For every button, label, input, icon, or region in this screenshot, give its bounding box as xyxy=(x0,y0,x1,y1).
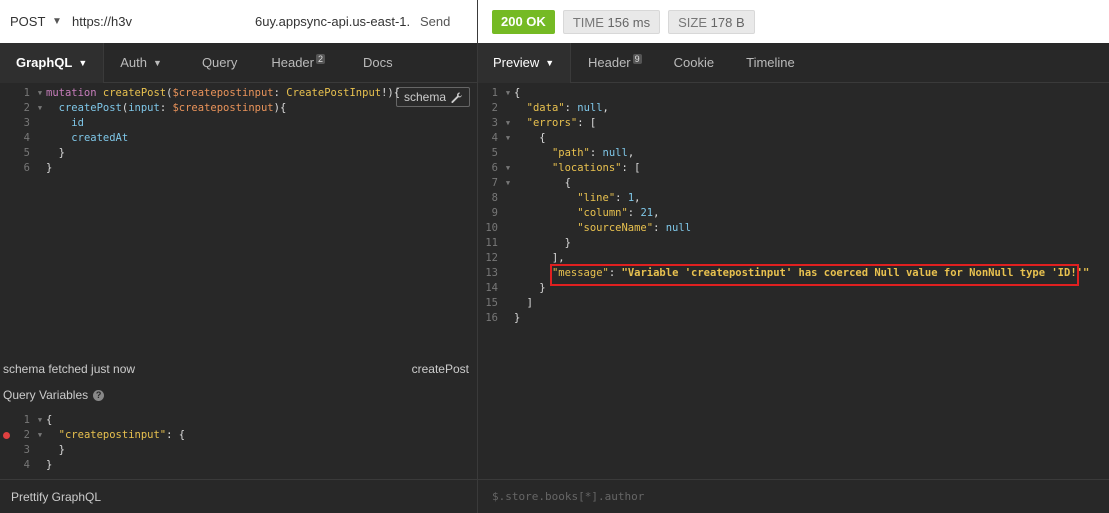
code-line: 4 createdAt xyxy=(23,132,129,144)
query-editor[interactable]: 1 ▼ mutation createPost($createpostinput: … xyxy=(0,86,400,176)
caret-down-icon: ▼ xyxy=(153,57,162,68)
tab-label: Preview xyxy=(493,55,540,70)
caret-down-icon[interactable]: ▼ xyxy=(52,16,72,27)
response-tabs: Preview ▼ Header 9 Cookie Timeline xyxy=(478,42,1109,83)
tab-label: Timeline xyxy=(746,55,795,70)
code-line: 4 ▼ { xyxy=(491,132,546,144)
tab-header[interactable]: Header 2 xyxy=(253,43,341,83)
schema-status-bar: schema fetched just now createPost xyxy=(0,362,477,380)
tab-docs[interactable]: Docs xyxy=(341,43,409,83)
tab-label: Header xyxy=(588,55,631,70)
size-badge: SIZE 178 B xyxy=(668,9,755,34)
code-line: 3 id xyxy=(23,117,84,129)
variables-editor[interactable]: 1 ▼{ 2 ▼ "createpostinput": { 3 } 4} xyxy=(0,413,185,473)
schema-button-label: schema xyxy=(403,90,447,104)
error-highlight-box xyxy=(550,264,1079,286)
code-line: 3 } xyxy=(23,444,65,456)
response-viewer[interactable]: 1 ▼{ 2 "data": null, 3 ▼ "errors": [ 4 ▼ { … xyxy=(468,86,1089,326)
code-line: 1 ▼ mutation createPost($createpostinput: … xyxy=(23,87,401,99)
code-line: 1 ▼{ xyxy=(23,414,53,426)
filter-placeholder: $.store.books[*].author xyxy=(492,490,645,503)
prettify-label: Prettify GraphQL xyxy=(11,489,102,504)
method-select[interactable]: POST xyxy=(0,14,52,29)
code-line: 15 ] xyxy=(485,297,533,309)
response-status-bar: 200 OK TIME 156 ms SIZE 178 B xyxy=(478,0,1109,43)
code-line: 2 ▼ "createpostinput": { xyxy=(23,429,186,441)
code-line: 2 ▼ createPost(input: $createpostinput){ xyxy=(23,102,287,114)
caret-down-icon: ▼ xyxy=(545,57,555,68)
query-variables-header: Query Variables ? xyxy=(3,388,105,402)
request-tabs: GraphQL ▼ Auth ▼ Query Header 2 Docs xyxy=(0,42,477,83)
help-icon[interactable]: ? xyxy=(93,389,105,401)
status-badge: 200 OK xyxy=(492,9,555,34)
prettify-button[interactable]: Prettify GraphQL xyxy=(0,479,477,513)
tab-query[interactable]: Query xyxy=(178,43,253,83)
tab-label: GraphQL xyxy=(16,55,73,70)
code-line: 7 ▼ { xyxy=(491,177,571,189)
request-pane: POST ▼ https://h3v 6uy.appsync-api.us-ea… xyxy=(0,0,477,513)
operation-name: createPost xyxy=(411,362,469,376)
code-line: 5 "path": null, xyxy=(491,147,635,159)
caret-down-icon: ▼ xyxy=(78,57,88,68)
code-line: 4} xyxy=(23,459,53,471)
url-input-end[interactable]: 6uy.appsync-api.us-east-1. xyxy=(255,14,420,29)
time-badge: TIME 156 ms xyxy=(562,9,661,34)
wrench-icon xyxy=(451,92,462,103)
code-line: 9 "column": 21, xyxy=(491,207,660,219)
tab-label: Query xyxy=(201,55,238,70)
url-input-start[interactable]: https://h3v xyxy=(72,14,165,29)
query-variables-label: Query Variables xyxy=(3,388,89,402)
send-button[interactable]: Send xyxy=(420,14,470,29)
time-label: TIME xyxy=(572,14,604,30)
schema-button[interactable]: schema xyxy=(396,87,470,107)
tab-auth[interactable]: Auth ▼ xyxy=(104,43,178,83)
response-pane: 200 OK TIME 156 ms SIZE 178 B Preview ▼ … xyxy=(477,0,1109,513)
tab-label: Docs xyxy=(363,55,393,70)
response-filter-input[interactable]: $.store.books[*].author xyxy=(478,479,1109,513)
size-label: SIZE xyxy=(678,14,708,30)
code-line: 16} xyxy=(485,312,521,324)
header-count-badge: 9 xyxy=(632,53,642,64)
code-line: 2 "data": null, xyxy=(491,102,609,114)
code-line: 1 ▼{ xyxy=(491,87,521,99)
tab-preview[interactable]: Preview ▼ xyxy=(478,42,571,83)
tab-response-header[interactable]: Header 9 xyxy=(571,43,658,83)
code-line: 11 } xyxy=(485,237,571,249)
code-line: 6} xyxy=(23,162,53,174)
tab-timeline[interactable]: Timeline xyxy=(730,43,811,83)
time-value: 156 ms xyxy=(607,14,651,30)
tab-label: Auth xyxy=(120,55,148,70)
tab-label: Cookie xyxy=(673,55,715,70)
tab-cookie[interactable]: Cookie xyxy=(658,43,730,83)
code-line: 10 "sourceName": null xyxy=(485,222,692,234)
code-line: 5 } xyxy=(23,147,65,159)
tab-label: Header xyxy=(271,55,314,70)
url-bar: POST ▼ https://h3v 6uy.appsync-api.us-ea… xyxy=(0,0,477,43)
header-count-badge: 2 xyxy=(315,53,325,64)
size-value: 178 B xyxy=(710,14,745,30)
code-line: 8 "line": 1, xyxy=(491,192,641,204)
tab-graphql[interactable]: GraphQL ▼ xyxy=(0,42,105,83)
code-line: 6 ▼ "locations": [ xyxy=(491,162,641,174)
code-line: 3 ▼ "errors": [ xyxy=(491,117,597,129)
schema-fetched-text: schema fetched just now xyxy=(3,362,136,376)
